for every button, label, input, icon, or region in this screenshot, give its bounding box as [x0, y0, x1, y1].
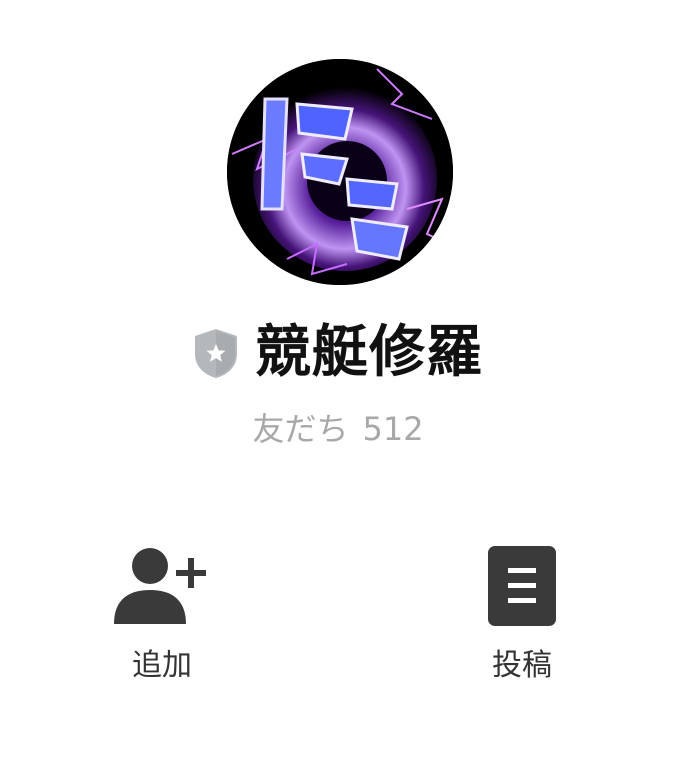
shield-star-icon — [195, 329, 237, 378]
posts-button[interactable]: 投稿 — [452, 540, 592, 686]
profile-name: 競艇修羅 — [255, 320, 483, 385]
profile-page: 競艇修羅 友だち 512 追加 投稿 — [0, 0, 676, 777]
add-friend-icon — [114, 548, 206, 624]
posts-label: 投稿 — [492, 648, 552, 683]
profile-avatar[interactable] — [227, 59, 453, 285]
profile-name-row: 競艇修羅 — [0, 318, 676, 388]
posts-icon — [488, 546, 556, 626]
add-friend-label: 追加 — [132, 648, 192, 683]
friends-count-row: 友だち 512 — [0, 406, 676, 452]
friends-count: 512 — [362, 410, 424, 448]
avatar-logo-icon — [227, 59, 453, 285]
friends-label: 友だち — [252, 410, 349, 448]
add-friend-button[interactable]: 追加 — [92, 540, 232, 686]
